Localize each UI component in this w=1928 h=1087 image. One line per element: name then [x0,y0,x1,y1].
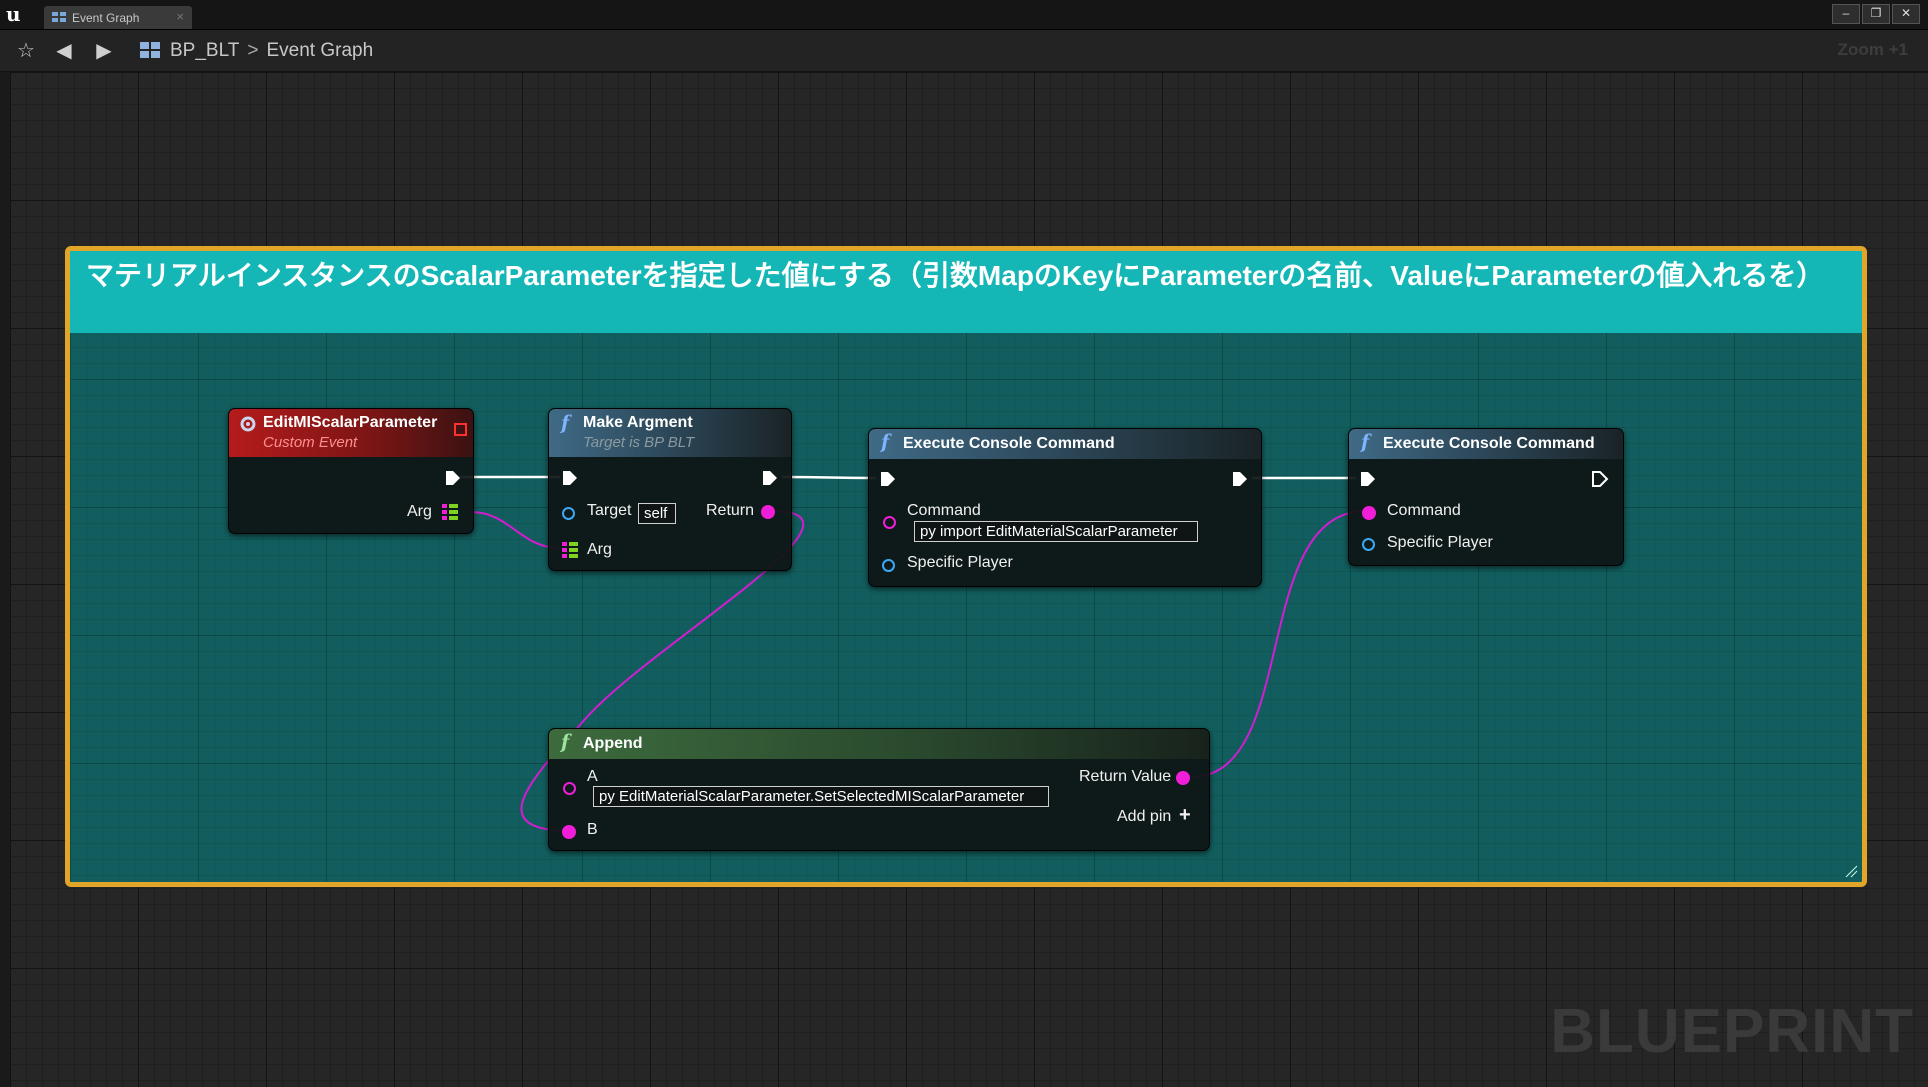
blueprint-grid-icon [140,42,160,58]
add-pin-label[interactable]: Add pin [1117,808,1171,826]
specific-player-pin-label: Specific Player [1387,534,1493,551]
append-node[interactable]: f Append A py EditMaterialScalarParamete… [548,728,1210,851]
arg-pin-label: Arg [407,503,432,520]
exec-in-pin-icon[interactable] [879,470,897,488]
exec-in-pin-icon[interactable] [561,469,579,487]
minimize-button[interactable]: – [1832,4,1860,24]
execute-console-command-node-1[interactable]: f Execute Console Command Command py imp… [868,428,1262,587]
return-pin-label: Return [706,502,755,519]
title-bar: u Event Graph × – ❐ ✕ [0,0,1928,30]
exec-out-pin-icon[interactable] [761,469,779,487]
custom-event-title: EditMIScalarParameter [263,414,438,431]
specific-player-pin-icon[interactable] [1362,538,1375,551]
execute-console-title-1: Execute Console Command [903,435,1115,452]
event-gear-icon [240,416,256,432]
append-header[interactable]: f Append [549,729,1209,759]
return-value-pin-icon[interactable] [1176,771,1190,785]
back-arrow-icon[interactable]: ◀ [52,39,76,63]
specific-player-pin-label: Specific Player [907,554,1013,571]
map-pin-icon[interactable] [562,542,578,558]
exec-out-pin-icon[interactable] [1231,470,1249,488]
exec-out-pin-icon[interactable] [444,469,462,487]
graph-icon [52,12,66,22]
a-value-field[interactable]: py EditMaterialScalarParameter.SetSelect… [593,786,1049,807]
unreal-logo-icon: u [6,2,21,26]
forward-arrow-icon[interactable]: ▶ [92,39,116,63]
target-pin-icon[interactable] [562,507,575,520]
comment-title[interactable]: マテリアルインスタンスのScalarParameterを指定した値にする（引数M… [70,251,1862,333]
close-button[interactable]: ✕ [1892,4,1920,24]
execute-console-header-2[interactable]: f Execute Console Command [1349,429,1623,459]
zoom-level: Zoom +1 [1837,40,1908,59]
exec-out-pin-icon[interactable] [1591,470,1609,488]
make-argment-title: Make Argment [583,414,693,431]
window-controls: – ❐ ✕ [1830,4,1920,24]
map-pin-icon[interactable] [442,504,458,520]
breadcrumb-blueprint[interactable]: BP_BLT [170,40,239,61]
function-icon: f [561,731,570,753]
blueprint-watermark: BLUEPRINT [1550,997,1914,1066]
b-pin-label: B [587,821,598,838]
command-pin-icon[interactable] [1362,506,1376,520]
breadcrumb-graph[interactable]: Event Graph [266,40,373,61]
tab-event-graph[interactable]: Event Graph × [44,6,192,29]
custom-event-subtitle: Custom Event [263,434,358,451]
b-pin-icon[interactable] [562,825,576,839]
custom-event-node[interactable]: EditMIScalarParameter Custom Event Arg [228,408,474,534]
execute-console-title-2: Execute Console Command [1383,435,1595,452]
return-pin-icon[interactable] [761,505,775,519]
custom-event-header[interactable]: EditMIScalarParameter Custom Event [229,409,473,457]
make-argment-header[interactable]: f Make Argment Target is BP BLT [549,409,791,457]
graph-toolbar: ☆ ◀ ▶ BP_BLT > Event Graph Zoom +1 [0,30,1928,72]
breadcrumb: BP_BLT > Event Graph [140,40,373,62]
exec-in-pin-icon[interactable] [1359,470,1377,488]
delegate-pin-icon[interactable] [454,423,467,436]
execute-console-header-1[interactable]: f Execute Console Command [869,429,1261,459]
restore-button[interactable]: ❐ [1862,4,1890,24]
favorite-star-icon[interactable]: ☆ [14,39,38,63]
breadcrumb-separator: > [247,40,259,61]
command-pin-icon[interactable] [883,516,896,529]
command-value-field[interactable]: py import EditMaterialScalarParameter [914,521,1198,542]
function-icon: f [881,431,890,453]
execute-console-command-node-2[interactable]: f Execute Console Command Command Specif… [1348,428,1624,566]
target-pin-label: Target [587,502,632,519]
make-argment-subtitle: Target is BP BLT [583,434,695,451]
target-self-field[interactable]: self [638,503,676,524]
command-pin-label: Command [907,502,981,519]
return-value-pin-label: Return Value [1079,768,1172,785]
resize-grip-icon[interactable] [1844,864,1858,878]
tab-close-icon[interactable]: × [176,9,184,24]
arg-pin-label: Arg [587,541,612,558]
make-argment-node[interactable]: f Make Argment Target is BP BLT Target s… [548,408,792,571]
append-title: Append [583,735,643,752]
command-pin-label: Command [1387,502,1461,519]
function-icon: f [561,412,570,434]
a-pin-label: A [587,768,598,785]
specific-player-pin-icon[interactable] [882,559,895,572]
add-pin-plus-icon[interactable]: + [1179,804,1191,827]
function-icon: f [1361,431,1370,453]
a-pin-icon[interactable] [563,782,576,795]
tab-label: Event Graph [72,11,140,25]
